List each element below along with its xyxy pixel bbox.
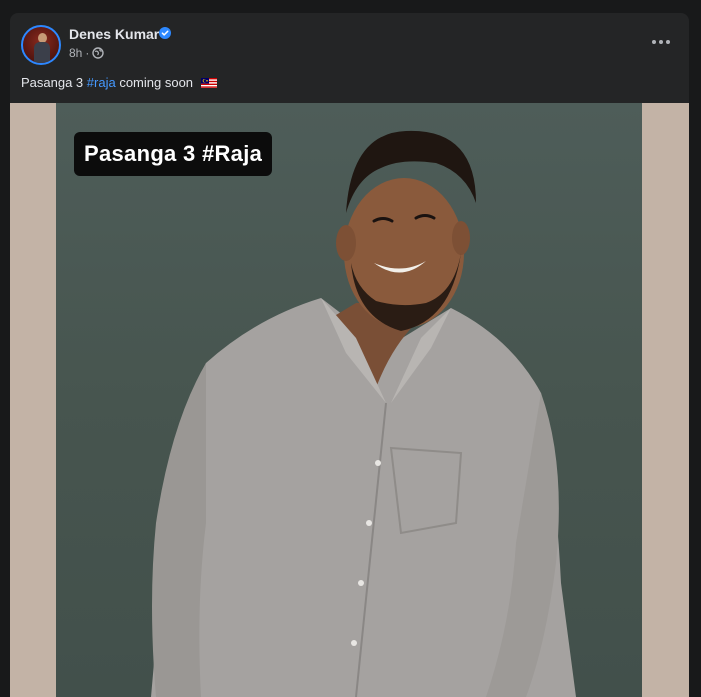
post-card: Denes Kumar 8h · Pasanga 3 #raja coming …	[10, 13, 689, 697]
more-options-icon-dot	[659, 40, 663, 44]
author-name[interactable]: Denes Kumar	[69, 26, 159, 42]
malaysia-flag-icon	[200, 78, 217, 88]
caption-hashtag-link[interactable]: #raja	[87, 75, 116, 90]
author-avatar[interactable]	[21, 25, 61, 65]
post-meta: 8h ·	[69, 46, 105, 60]
post-header: Denes Kumar 8h ·	[10, 13, 689, 73]
photo-overlay-title: Pasanga 3 #Raja	[74, 132, 273, 176]
caption-text-end: coming soon	[115, 75, 194, 90]
post-caption: Pasanga 3 #raja coming soon	[21, 75, 217, 90]
verified-badge-icon	[159, 27, 171, 39]
post-media[interactable]: Pasanga 3 #Raja	[10, 103, 689, 697]
globe-icon[interactable]	[92, 47, 105, 59]
more-options-button[interactable]	[645, 29, 677, 55]
more-options-icon	[652, 40, 656, 44]
meta-separator: ·	[85, 46, 90, 60]
post-timestamp[interactable]: 8h	[69, 46, 82, 60]
post-photo[interactable]: Pasanga 3 #Raja	[56, 103, 642, 697]
person-photo-illustration	[151, 130, 576, 697]
caption-text: Pasanga 3	[21, 75, 87, 90]
more-options-icon-dot	[666, 40, 670, 44]
avatar-figure-body	[34, 42, 50, 63]
